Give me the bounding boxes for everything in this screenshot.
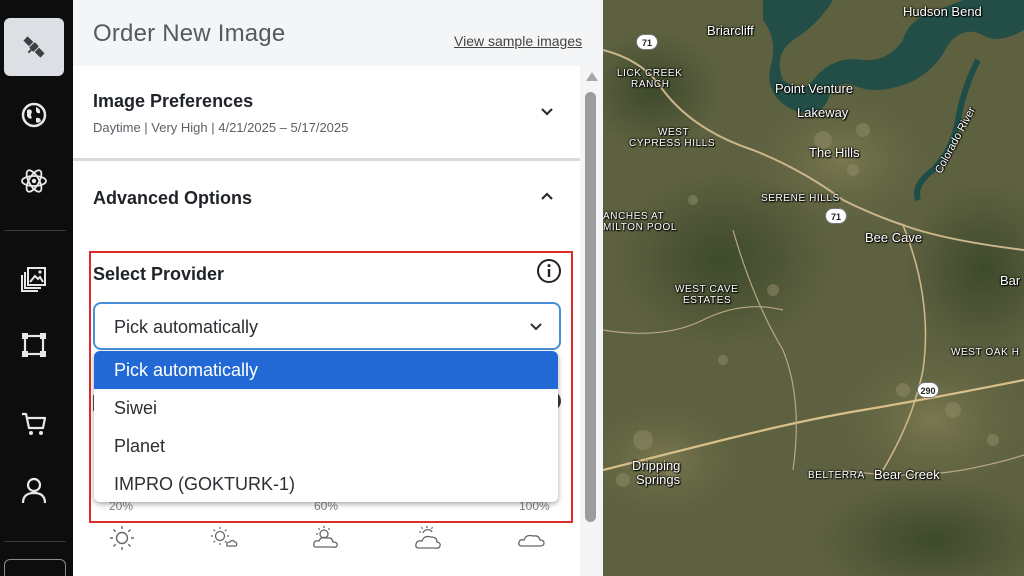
map-label: Hudson Bend — [903, 4, 982, 19]
map-label: Bar — [1000, 273, 1021, 288]
provider-option[interactable]: Siwei — [94, 389, 558, 427]
sun-small-cloud-icon[interactable] — [208, 524, 238, 552]
images-icon — [21, 267, 46, 292]
map-label: Bee Cave — [865, 230, 923, 245]
nav-satellite[interactable] — [4, 18, 64, 76]
sun-cloud-icon[interactable] — [311, 524, 341, 552]
sun-icon[interactable] — [107, 524, 137, 552]
panel-scrollbar[interactable] — [583, 70, 599, 570]
rail-divider — [4, 230, 66, 231]
map-label: Springs — [636, 472, 681, 487]
provider-option[interactable]: Planet — [94, 427, 558, 465]
map-label: ESTATES — [683, 295, 732, 306]
select-provider-label: Select Provider — [93, 264, 225, 284]
info-icon[interactable] — [536, 258, 562, 284]
area-select-icon — [22, 333, 46, 357]
provider-select[interactable]: Pick automatically — [93, 302, 561, 350]
nav-area-select[interactable] — [4, 316, 64, 374]
satellite-map[interactable]: Hudson Bend Briarcliff LICK CREEK RANCH … — [603, 0, 1024, 576]
panel-header: Order New Image View sample images — [73, 8, 603, 66]
provider-option[interactable]: Pick automatically — [94, 351, 558, 389]
partly-cloudy-icon[interactable] — [413, 524, 443, 552]
map-label: RANCH — [631, 79, 670, 90]
nav-atom[interactable] — [4, 152, 64, 210]
nav-globe[interactable] — [4, 86, 64, 144]
scroll-thumb[interactable] — [585, 92, 596, 522]
provider-option[interactable]: IMPRO (GOKTURK-1) — [94, 465, 558, 502]
satellite-icon — [23, 36, 45, 58]
view-sample-images-link[interactable]: View sample images — [454, 33, 582, 49]
route-shield: 71 — [636, 34, 658, 50]
chevron-down-icon[interactable] — [537, 102, 557, 122]
user-icon — [21, 477, 47, 504]
map-label: Point Venture — [775, 81, 854, 96]
rail-divider-bottom — [4, 541, 66, 542]
globe-icon — [21, 102, 47, 128]
route-shield: 290 — [917, 382, 939, 398]
map-label: Lakeway — [797, 105, 849, 120]
map-label: Briarcliff — [707, 23, 754, 38]
chevron-up-icon[interactable] — [537, 186, 557, 206]
provider-select-value: Pick automatically — [114, 317, 259, 337]
provider-dropdown-menu: Pick automatically Siwei Planet IMPRO (G… — [94, 351, 558, 502]
image-preferences-title: Image Preferences — [93, 91, 254, 111]
cloud-icon[interactable] — [516, 524, 546, 552]
map-label: SERENE HILLS — [761, 193, 840, 204]
rail-bottom-button[interactable] — [4, 559, 66, 576]
map-label: BELTERRA — [808, 470, 865, 481]
map-label: The Hills — [809, 145, 860, 160]
chevron-down-icon — [530, 323, 542, 331]
map-label: WEST OAK H — [951, 347, 1020, 358]
app-root: Order New Image View sample images Image… — [0, 0, 1024, 576]
scroll-up-arrow-icon[interactable] — [586, 72, 598, 81]
map-label: Dripping — [632, 458, 681, 473]
cart-icon — [22, 412, 47, 435]
atom-icon — [21, 169, 47, 193]
image-preferences-summary: Daytime | Very High | 4/21/2025 – 5/17/2… — [93, 120, 349, 135]
map-label: CYPRESS HILLS — [629, 138, 716, 149]
page-title: Order New Image — [93, 20, 286, 47]
nav-images[interactable] — [4, 250, 64, 308]
map-label: Bear Creek — [874, 467, 940, 482]
advanced-options-title[interactable]: Advanced Options — [93, 188, 252, 209]
left-nav-rail — [0, 0, 73, 576]
nav-user[interactable] — [4, 461, 64, 519]
nav-cart[interactable] — [4, 394, 64, 452]
route-shield: 71 — [825, 208, 847, 224]
map-label: MILTON POOL — [603, 222, 678, 233]
image-preferences-section[interactable]: Image Preferences Daytime | Very High | … — [73, 66, 580, 158]
